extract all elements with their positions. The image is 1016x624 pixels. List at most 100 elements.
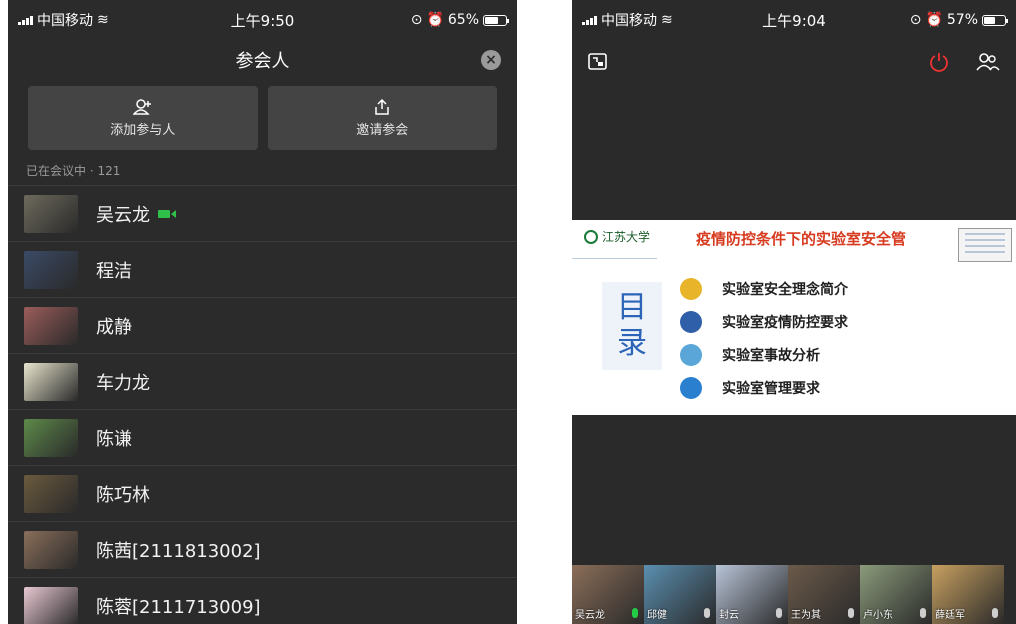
- member-row[interactable]: 车力龙: [8, 353, 517, 409]
- signal-icon: [18, 15, 33, 25]
- battery-icon: [483, 14, 509, 26]
- tile-name: 王为其: [791, 610, 821, 621]
- battery-percent: 57%: [946, 12, 978, 28]
- mic-icon: [992, 608, 998, 618]
- tile-name: 卢小东: [863, 610, 893, 621]
- avatar: [24, 362, 78, 401]
- slide-thumbnail: [958, 228, 1012, 262]
- carrier-name: 中国移动: [601, 13, 657, 29]
- table-of-contents: 实验室安全理念简介 实验室疫情防控要求 实验室事故分析 实验室管理要求: [680, 272, 848, 404]
- battery-icon: [982, 14, 1008, 26]
- member-name: 陈茜[2111813002]: [96, 540, 261, 562]
- meeting-screen: 中国移动 ≋ 上午9:04 ⊙ ⏰ 57% 江苏大学 疫情防控条件下的实验室安全…: [572, 0, 1016, 624]
- toc-item: 实验室事故分析: [680, 338, 848, 371]
- video-tile[interactable]: 邱健: [644, 565, 716, 624]
- member-name: 成静: [96, 316, 132, 338]
- participants-screen: 中国移动 ≋ 上午9:50 ⊙ ⏰ 65% 参会人 × 添加参与人 邀请参会 已…: [8, 0, 517, 624]
- divider: [572, 258, 657, 259]
- avatar: [24, 250, 78, 289]
- video-filmstrip: 吴云龙 邱健 封云 王为其 卢小东 薛廷军: [572, 565, 1016, 624]
- tile-name: 薛廷军: [935, 610, 965, 621]
- share-icon: [375, 98, 389, 115]
- video-tile[interactable]: 卢小东: [860, 565, 932, 624]
- slide-title: 疫情防控条件下的实验室安全管: [696, 230, 907, 248]
- carrier-group: 中国移动 ≋: [582, 10, 673, 30]
- participants-header: 参会人 ×: [8, 40, 517, 80]
- add-participant-label: 添加参与人: [110, 122, 176, 138]
- video-tile[interactable]: 王为其: [788, 565, 860, 624]
- logo-text: 江苏大学: [602, 230, 651, 244]
- toc-text: 实验室事故分析: [722, 347, 820, 364]
- tile-name: 封云: [719, 610, 739, 621]
- video-tile[interactable]: 吴云龙: [572, 565, 644, 624]
- toc-text: 实验室安全理念简介: [722, 281, 848, 298]
- carrier-group: 中国移动 ≋: [18, 10, 109, 30]
- contents-label: 目 录: [602, 282, 662, 370]
- contents-char: 目: [617, 290, 647, 325]
- member-name: 程洁: [96, 260, 132, 282]
- shared-slide: 江苏大学 疫情防控条件下的实验室安全管 目 录 实验室安全理念简介 实验室疫情防…: [572, 220, 1016, 415]
- exit-fullscreen-icon[interactable]: [588, 52, 608, 72]
- status-time: 上午9:04: [762, 11, 826, 30]
- video-tile[interactable]: 封云: [716, 565, 788, 624]
- member-name: 吴云龙: [96, 204, 150, 226]
- avatar: [24, 306, 78, 345]
- avatar: [24, 418, 78, 457]
- toc-item: 实验室疫情防控要求: [680, 305, 848, 338]
- member-list: 吴云龙 程洁 成静 车力龙 陈谦 陈巧林 陈茜[2111813002] 陈蓉[2…: [8, 185, 517, 624]
- status-right: ⊙ ⏰ 65%: [410, 12, 509, 28]
- mic-icon: [632, 608, 638, 618]
- member-name: 陈谦: [96, 428, 132, 450]
- contents-char: 录: [617, 326, 647, 361]
- toc-item: 实验室管理要求: [680, 371, 848, 404]
- member-name: 陈蓉[2111713009]: [96, 596, 261, 618]
- alarm-icon: ⏰: [426, 12, 444, 28]
- invite-button[interactable]: 邀请参会: [267, 86, 497, 150]
- tile-name: 吴云龙: [575, 610, 605, 621]
- invite-label: 邀请参会: [356, 122, 409, 138]
- wifi-icon: ≋: [97, 12, 109, 28]
- mic-icon: [704, 608, 710, 618]
- member-row[interactable]: 程洁: [8, 241, 517, 297]
- member-row[interactable]: 陈巧林: [8, 465, 517, 521]
- battery-percent: 65%: [447, 12, 479, 28]
- lock-rotation-icon: ⊙: [410, 12, 423, 28]
- avatar: [24, 474, 78, 513]
- lock-rotation-icon: ⊙: [909, 12, 922, 28]
- member-row[interactable]: 吴云龙: [8, 185, 517, 241]
- member-row[interactable]: 陈谦: [8, 409, 517, 465]
- toc-text: 实验室管理要求: [722, 380, 820, 397]
- add-person-icon: [132, 98, 151, 115]
- status-bar: 中国移动 ≋ 上午9:04 ⊙ ⏰ 57%: [572, 0, 1016, 40]
- meeting-toolbar: [572, 40, 1016, 84]
- in-meeting-count: 已在会议中 · 121: [26, 164, 121, 178]
- avatar: [24, 586, 78, 624]
- page-title: 参会人: [235, 51, 290, 72]
- status-time: 上午9:50: [230, 11, 295, 30]
- seal-icon: [584, 229, 598, 244]
- member-row[interactable]: 陈茜[2111813002]: [8, 521, 517, 577]
- mic-icon: [848, 608, 854, 618]
- status-bar: 中国移动 ≋ 上午9:50 ⊙ ⏰ 65%: [8, 0, 517, 40]
- camera-on-icon: [158, 209, 176, 218]
- send-icon: [680, 376, 702, 399]
- power-icon[interactable]: [928, 51, 950, 73]
- action-row: 添加参与人 邀请参会: [8, 80, 517, 150]
- mic-icon: [776, 608, 782, 618]
- member-row[interactable]: 成静: [8, 297, 517, 353]
- clock-icon: [680, 343, 702, 366]
- avatar: [24, 194, 78, 233]
- avatar: [24, 530, 78, 569]
- status-right: ⊙ ⏰ 57%: [909, 12, 1008, 28]
- tile-name: 邱健: [647, 610, 667, 621]
- compass-icon: [680, 310, 702, 333]
- pencil-icon: [680, 277, 702, 300]
- participants-icon[interactable]: [976, 52, 1000, 72]
- member-name: 陈巧林: [96, 484, 150, 506]
- add-participant-button[interactable]: 添加参与人: [28, 86, 258, 150]
- video-tile[interactable]: 薛廷军: [932, 565, 1004, 624]
- member-name: 车力龙: [96, 372, 150, 394]
- member-row[interactable]: 陈蓉[2111713009]: [8, 577, 517, 624]
- close-icon[interactable]: ×: [481, 50, 501, 70]
- wifi-icon: ≋: [661, 12, 673, 28]
